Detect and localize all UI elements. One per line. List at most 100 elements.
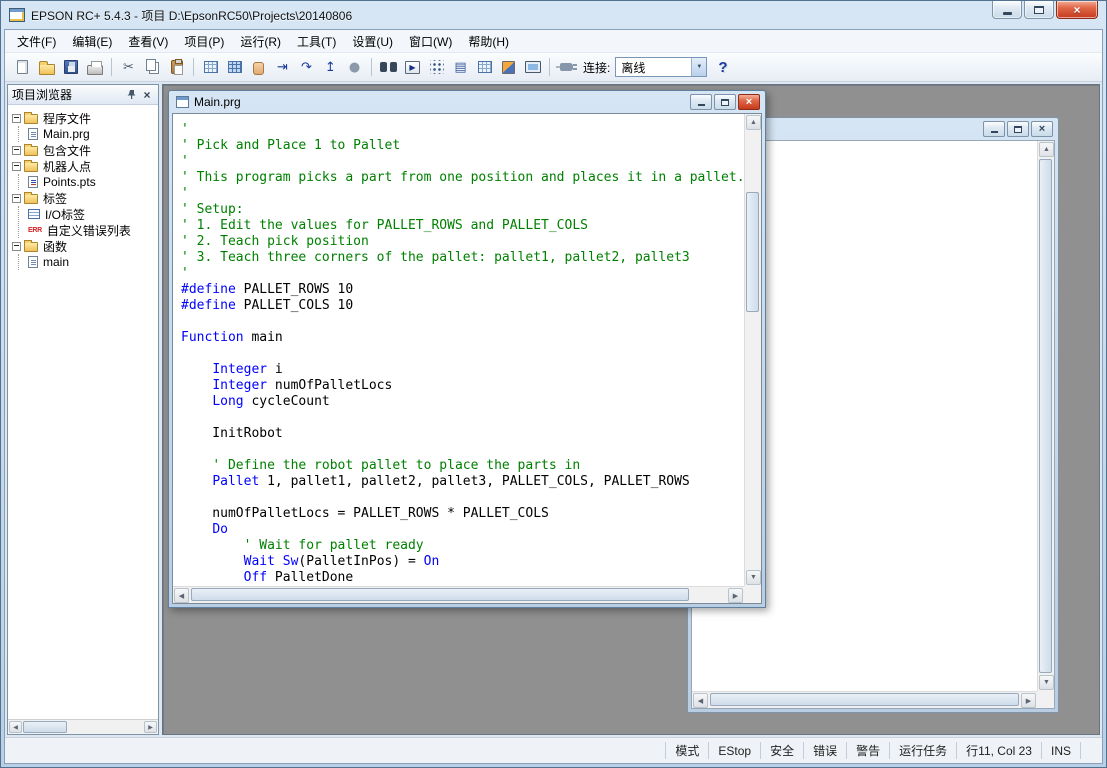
editor-close-button[interactable]: × bbox=[738, 94, 760, 110]
tree-functions[interactable]: 函数 bbox=[10, 238, 158, 254]
scrollbar-thumb[interactable] bbox=[1039, 159, 1052, 673]
code-editor[interactable]: '' Pick and Place 1 to Pallet'' This pro… bbox=[173, 114, 744, 586]
code-line: #define PALLET_ROWS 10 bbox=[181, 282, 744, 298]
tree-include-files[interactable]: 包含文件 bbox=[10, 142, 158, 158]
expander-minus-icon[interactable] bbox=[12, 194, 21, 203]
print-icon[interactable] bbox=[83, 56, 106, 79]
scroll-right-arrow-icon[interactable]: ▶ bbox=[728, 588, 743, 603]
project-explorer-panel: 项目浏览器 × 程序文件Main.prg包含文件机器人点Points.pts标签… bbox=[7, 84, 159, 735]
menu-window[interactable]: 窗口(W) bbox=[401, 30, 460, 53]
connection-icon[interactable] bbox=[555, 56, 578, 79]
paste-icon[interactable] bbox=[165, 56, 188, 79]
expander-minus-icon[interactable] bbox=[12, 114, 21, 123]
minimize-button[interactable] bbox=[992, 1, 1022, 19]
step-over-icon[interactable]: ↷ bbox=[295, 56, 318, 79]
tree-item-label: 程序文件 bbox=[41, 110, 93, 126]
toolbar-separator bbox=[549, 58, 550, 76]
tree-robot-points[interactable]: 机器人点 bbox=[10, 158, 158, 174]
new-file-icon[interactable] bbox=[11, 56, 34, 79]
expander-minus-icon[interactable] bbox=[12, 162, 21, 171]
open-project-icon bbox=[39, 64, 55, 75]
find-icon bbox=[380, 62, 397, 72]
editor-window[interactable]: Main.prg × '' Pick and Place 1 to Pallet… bbox=[168, 90, 766, 608]
project-build-icon[interactable] bbox=[199, 56, 222, 79]
run-window-icon[interactable]: ▶ bbox=[401, 56, 424, 79]
menu-view[interactable]: 查看(V) bbox=[120, 30, 176, 53]
status-error: 错误 bbox=[803, 742, 846, 759]
close-panel-icon[interactable]: × bbox=[140, 88, 154, 102]
help-icon[interactable]: ? bbox=[718, 59, 727, 76]
menu-project[interactable]: 项目(P) bbox=[176, 30, 232, 53]
copy-icon[interactable] bbox=[141, 56, 164, 79]
scroll-up-arrow-icon[interactable]: ▲ bbox=[1039, 142, 1054, 157]
menu-run[interactable]: 运行(R) bbox=[232, 30, 289, 53]
expander-minus-icon[interactable] bbox=[12, 146, 21, 155]
step-out-icon[interactable]: ↥ bbox=[319, 56, 342, 79]
step-into-icon[interactable]: ⇥ bbox=[271, 56, 294, 79]
tree-function-main[interactable]: main bbox=[28, 254, 158, 270]
scroll-left-arrow-icon[interactable]: ◀ bbox=[174, 588, 189, 603]
prg-icon bbox=[28, 128, 38, 140]
bg-hscrollbar[interactable]: ◀ ▶ bbox=[692, 691, 1037, 708]
command-window-icon[interactable] bbox=[521, 56, 544, 79]
scroll-up-arrow-icon[interactable]: ▲ bbox=[746, 115, 761, 130]
bg-minimize-button[interactable] bbox=[983, 121, 1005, 137]
simulator-icon[interactable] bbox=[223, 56, 246, 79]
bg-vscrollbar[interactable]: ▲ ▼ bbox=[1037, 141, 1054, 691]
scrollbar-thumb[interactable] bbox=[710, 693, 1019, 706]
step-out-icon: ↥ bbox=[325, 61, 336, 74]
io-monitor-icon[interactable] bbox=[425, 56, 448, 79]
close-icon: × bbox=[1039, 124, 1045, 135]
save-all-icon[interactable] bbox=[59, 56, 82, 79]
close-button[interactable]: × bbox=[1056, 1, 1098, 19]
tree-custom-error-list[interactable]: ERR自定义错误列表 bbox=[28, 222, 158, 238]
close-icon: × bbox=[1073, 4, 1080, 16]
scroll-left-arrow-icon[interactable]: ◀ bbox=[693, 693, 708, 708]
operator-window-icon[interactable] bbox=[247, 56, 270, 79]
task-manager-icon[interactable]: ▤ bbox=[449, 56, 472, 79]
tree-io-labels[interactable]: I/O标签 bbox=[28, 206, 158, 222]
menu-edit[interactable]: 编辑(E) bbox=[64, 30, 120, 53]
editor-maximize-button[interactable] bbox=[714, 94, 736, 110]
editor-window-title: Main.prg bbox=[194, 95, 688, 109]
editor-vscrollbar[interactable]: ▲ ▼ bbox=[744, 114, 761, 586]
menu-setup[interactable]: 设置(U) bbox=[344, 30, 401, 53]
command-window-icon bbox=[525, 61, 541, 73]
scroll-right-arrow-icon[interactable]: ▶ bbox=[1021, 693, 1036, 708]
folder-icon bbox=[24, 242, 38, 252]
explorer-hscrollbar[interactable]: ◀ ▶ bbox=[8, 719, 158, 734]
expander-minus-icon[interactable] bbox=[12, 242, 21, 251]
tree-labels[interactable]: 标签 bbox=[10, 190, 158, 206]
tree-points-pts[interactable]: Points.pts bbox=[28, 174, 158, 190]
bg-close-button[interactable]: × bbox=[1031, 121, 1053, 137]
chevron-down-icon[interactable]: ▼ bbox=[691, 58, 706, 76]
scrollbar-thumb[interactable] bbox=[746, 192, 759, 312]
menu-help[interactable]: 帮助(H) bbox=[460, 30, 517, 53]
cut-icon[interactable]: ✂ bbox=[117, 56, 140, 79]
pin-icon[interactable] bbox=[124, 88, 138, 102]
find-icon[interactable] bbox=[377, 56, 400, 79]
open-project-icon[interactable] bbox=[35, 56, 58, 79]
scroll-down-arrow-icon[interactable]: ▼ bbox=[746, 570, 761, 585]
code-line: Pallet 1, pallet1, pallet2, pallet3, PAL… bbox=[181, 474, 744, 490]
editor-hscrollbar[interactable]: ◀ ▶ bbox=[173, 586, 744, 603]
menu-tools[interactable]: 工具(T) bbox=[289, 30, 344, 53]
bg-maximize-button[interactable] bbox=[1007, 121, 1029, 137]
scrollbar-thumb[interactable] bbox=[23, 721, 67, 733]
io-icon bbox=[28, 209, 40, 219]
cut-icon: ✂ bbox=[123, 61, 134, 74]
editor-minimize-button[interactable] bbox=[690, 94, 712, 110]
tree-program-files[interactable]: 程序文件 bbox=[10, 110, 158, 126]
tree-main-prg[interactable]: Main.prg bbox=[28, 126, 158, 142]
menu-file[interactable]: 文件(F) bbox=[9, 30, 64, 53]
pause-icon[interactable]: ● bbox=[343, 56, 366, 79]
maximize-button[interactable] bbox=[1024, 1, 1054, 19]
connect-dropdown[interactable]: 离线 ▼ bbox=[615, 57, 707, 77]
scroll-down-arrow-icon[interactable]: ▼ bbox=[1039, 675, 1054, 690]
io-label-editor-icon[interactable] bbox=[473, 56, 496, 79]
scroll-left-arrow-icon[interactable]: ◀ bbox=[9, 721, 22, 733]
scroll-right-arrow-icon[interactable]: ▶ bbox=[144, 721, 157, 733]
code-line: ' bbox=[181, 154, 744, 170]
robot-manager-icon[interactable] bbox=[497, 56, 520, 79]
scrollbar-thumb[interactable] bbox=[191, 588, 689, 601]
